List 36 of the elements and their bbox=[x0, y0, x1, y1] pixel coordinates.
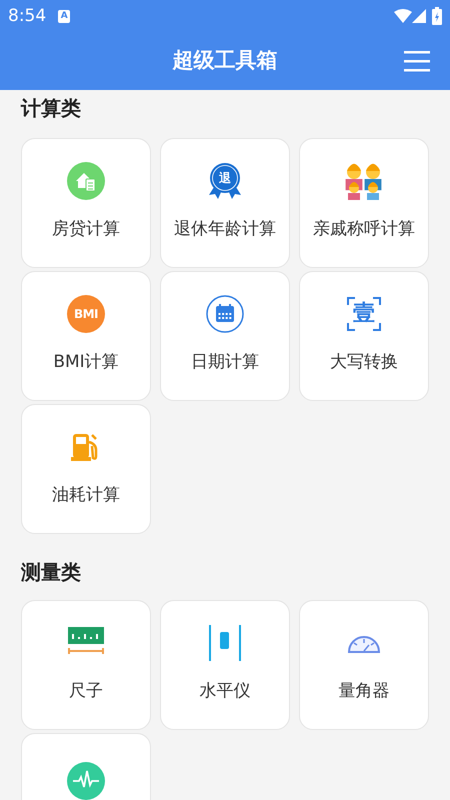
tool-label: 大写转换 bbox=[330, 351, 398, 374]
tool-card[interactable]: 尺子 bbox=[21, 600, 151, 730]
tool-card[interactable]: 水平仪 bbox=[160, 600, 290, 730]
tool-card[interactable]: 日期计算 bbox=[160, 271, 290, 401]
menu-button[interactable] bbox=[404, 49, 430, 73]
tool-label: 水平仪 bbox=[200, 680, 250, 703]
tool-label: 房贷计算 bbox=[52, 218, 120, 241]
tool-label: 日期计算 bbox=[191, 351, 259, 374]
bmi-badge-icon: BMI bbox=[67, 295, 105, 333]
app-title: 超级工具箱 bbox=[172, 47, 278, 74]
menu-icon bbox=[404, 50, 430, 72]
tool-card[interactable]: BMI BMI计算 bbox=[21, 271, 151, 401]
battery-icon bbox=[432, 7, 442, 25]
wifi-icon bbox=[394, 9, 412, 23]
notification-icon: A bbox=[58, 10, 70, 22]
tool-label: 退休年龄计算 bbox=[174, 218, 276, 241]
tool-card[interactable]: 房贷计算 bbox=[21, 138, 151, 268]
section-title: 测量类 bbox=[21, 562, 82, 582]
family-icon bbox=[344, 162, 384, 200]
calendar-icon bbox=[206, 295, 244, 333]
tool-label: 尺子 bbox=[69, 680, 103, 703]
tool-card[interactable]: 量角器 bbox=[299, 600, 429, 730]
status-time: 8:54 bbox=[8, 8, 46, 24]
signal-icon bbox=[412, 9, 426, 23]
tool-label: 亲戚称呼计算 bbox=[313, 218, 415, 241]
tool-label: 量角器 bbox=[338, 680, 390, 703]
tool-card[interactable]: 退 退休年龄计算 bbox=[160, 138, 290, 268]
tool-card[interactable]: 油耗计算 bbox=[21, 404, 151, 534]
tool-card[interactable]: 亲戚称呼计算 bbox=[299, 138, 429, 268]
tool-card[interactable]: 壹 大写转换 bbox=[299, 271, 429, 401]
sound-wave-icon bbox=[67, 762, 105, 800]
house-calculator-icon bbox=[67, 162, 105, 200]
tool-label: 油耗计算 bbox=[52, 484, 120, 507]
tool-label: BMI计算 bbox=[53, 351, 119, 374]
level-gauge-icon bbox=[206, 624, 244, 662]
section-title: 计算类 bbox=[21, 98, 82, 118]
